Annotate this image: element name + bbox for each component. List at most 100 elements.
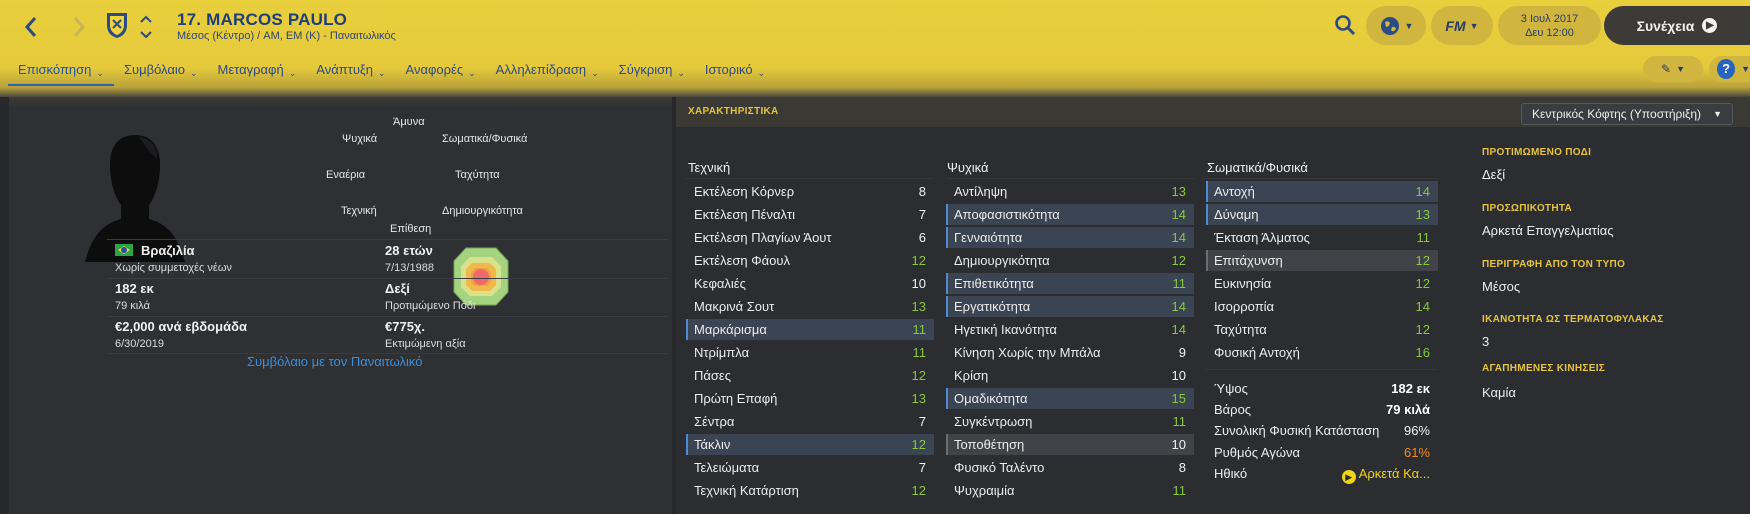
- role-select[interactable]: Κεντρικός Κόφτης (Υποστήριξη) ▼: [1521, 103, 1733, 125]
- fm-menu-button[interactable]: FM ▼: [1431, 6, 1493, 45]
- radar-label-aerial: Εναέρια: [326, 169, 366, 181]
- contract-link[interactable]: Συμβόλαιο με τον Παναιτωλικό: [247, 354, 422, 369]
- attribute-row[interactable]: Εκτέλεση Φάουλ 12: [686, 250, 934, 271]
- technical-header: Τεχνική: [688, 160, 731, 175]
- current-date: 3 Ιουλ 2017: [1520, 12, 1579, 25]
- search-icon[interactable]: [1334, 14, 1356, 36]
- attribute-row-key[interactable]: Εργατικότητα 14: [946, 296, 1194, 317]
- attribute-value: 7: [918, 207, 926, 222]
- date-of-birth: 7/13/1988: [385, 262, 434, 274]
- attribute-name: Έκταση Άλματος: [1214, 230, 1310, 245]
- preferred-foot-title: ΠΡΟΤΙΜΩΜΕΝΟ ΠΟΔΙ: [1482, 147, 1592, 158]
- tab-overview[interactable]: Επισκόπηση ⌄: [8, 62, 114, 86]
- attribute-row[interactable]: Μακρινά Σουτ 13: [686, 296, 934, 317]
- attribute-row[interactable]: Ευκινησία 12: [1206, 273, 1438, 294]
- attribute-row[interactable]: Φυσικό Ταλέντο 8: [946, 457, 1194, 478]
- attribute-row[interactable]: Πάσες 12: [686, 365, 934, 386]
- attribute-row[interactable]: Ισορροπία 14: [1206, 296, 1438, 317]
- attribute-name: Ομαδικότητα: [954, 391, 1028, 406]
- attribute-name: Ευκινησία: [1214, 276, 1272, 291]
- attribute-name: Σέντρα: [694, 414, 735, 429]
- chevron-down-icon: ⌄: [96, 68, 104, 78]
- attribute-row-key[interactable]: Μαρκάρισμα 11: [686, 319, 934, 340]
- morale-arrow-icon: ▶: [1341, 470, 1356, 484]
- date-display[interactable]: 3 Ιουλ 2017 Δευ 12:00: [1498, 6, 1601, 45]
- morale-text: Αρκετά Κα...: [1358, 466, 1430, 481]
- attribute-row-key[interactable]: Δύναμη 13: [1206, 204, 1438, 225]
- club-crest-icon[interactable]: [104, 10, 130, 40]
- attribute-row-key[interactable]: Αντοχή 14: [1206, 181, 1438, 202]
- attribute-row[interactable]: Πρώτη Επαφή 13: [686, 388, 934, 409]
- attribute-row[interactable]: Τελειώματα 7: [686, 457, 934, 478]
- height: 182 εκ: [115, 281, 154, 296]
- attribute-row[interactable]: Εκτέλεση Πέναλτι 7: [686, 204, 934, 225]
- attribute-row[interactable]: Κρίση 10: [946, 365, 1194, 386]
- attribute-row[interactable]: Κίνηση Χωρίς την Μπάλα 9: [946, 342, 1194, 363]
- chevron-down-icon: ⌄: [468, 68, 476, 78]
- media-description-title: ΠΕΡΙΓΡΑΦΗ ΑΠΟ ΤΟΝ ΤΥΠΟ: [1482, 259, 1626, 270]
- tab-development[interactable]: Ανάπτυξη ⌄: [306, 62, 395, 86]
- attribute-value: 16: [1415, 345, 1430, 360]
- player-profile-panel: Άμυνα Σωματικά/Φυσικά Ταχύτητα Δημιουργι…: [9, 97, 672, 514]
- attribute-row-key[interactable]: Ομαδικότητα 15: [946, 388, 1194, 409]
- attribute-row-selected[interactable]: Τοποθέτηση 10: [946, 434, 1194, 455]
- attribute-row[interactable]: Δημιουργικότητα 12: [946, 250, 1194, 271]
- attribute-value: 12: [1415, 276, 1430, 291]
- contract-end: 6/30/2019: [115, 338, 164, 350]
- condition-label: Βάρος: [1214, 402, 1252, 417]
- attribute-name: Κρίση: [954, 368, 989, 383]
- attribute-row[interactable]: Ταχύτητα 12: [1206, 319, 1438, 340]
- tab-reports[interactable]: Αναφορές ⌄: [396, 62, 486, 86]
- divider: [686, 178, 934, 179]
- attribute-row[interactable]: Τεχνική Κατάρτιση 12: [686, 480, 934, 501]
- help-button[interactable]: ? ▼: [1709, 56, 1750, 82]
- continue-button[interactable]: Συνέχεια ▶: [1604, 6, 1750, 45]
- edit-button[interactable]: ✎ ▼: [1643, 56, 1703, 82]
- forward-button[interactable]: [64, 10, 94, 44]
- chevron-down-icon: ⌄: [757, 68, 766, 78]
- attribute-name: Επιτάχυνση: [1214, 253, 1283, 268]
- attribute-row[interactable]: Φυσική Αντοχή 16: [1206, 342, 1438, 363]
- media-description-value: Μέσος: [1482, 279, 1521, 294]
- radar-label-defense: Άμυνα: [393, 116, 425, 128]
- attribute-row[interactable]: Κεφαλιές 10: [686, 273, 934, 294]
- attribute-name: Ισορροπία: [1214, 299, 1275, 314]
- attribute-row[interactable]: Εκτέλεση Πλαγίων Άουτ 6: [686, 227, 934, 248]
- attribute-row-selected[interactable]: Επιτάχυνση 12: [1206, 250, 1438, 271]
- world-menu-button[interactable]: ▼: [1366, 6, 1426, 45]
- attribute-value: 14: [1171, 230, 1186, 245]
- tab-history[interactable]: Ιστορικό ⌄: [695, 62, 775, 86]
- tab-label: Ιστορικό: [704, 62, 753, 77]
- back-button[interactable]: [16, 10, 46, 44]
- attribute-name: Αντίληψη: [954, 184, 1008, 199]
- attribute-row-key[interactable]: Επιθετικότητα 11: [946, 273, 1194, 294]
- condition-morale[interactable]: Ηθικό ▶ Αρκετά Κα...: [1206, 463, 1438, 484]
- attribute-row[interactable]: Έκταση Άλματος 11: [1206, 227, 1438, 248]
- attribute-value: 9: [1178, 345, 1186, 360]
- nationality[interactable]: Βραζιλία: [115, 243, 195, 258]
- attribute-row-key[interactable]: Τάκλιν 12: [686, 434, 934, 455]
- attribute-row[interactable]: Συγκέντρωση 11: [946, 411, 1194, 432]
- help-icon: ?: [1717, 59, 1736, 79]
- tab-contract[interactable]: Συμβόλαιο ⌄: [114, 62, 208, 86]
- attribute-row[interactable]: Ψυχραιμία 11: [946, 480, 1194, 501]
- attribute-row-key[interactable]: Αποφασιστικότητα 14: [946, 204, 1194, 225]
- attribute-name: Ψυχραιμία: [954, 483, 1015, 498]
- tab-interaction[interactable]: Αλληλεπίδραση ⌄: [486, 62, 609, 86]
- attribute-value: 11: [1172, 414, 1187, 429]
- preferred-foot: Δεξί: [385, 281, 410, 296]
- tab-compare[interactable]: Σύγκριση ⌄: [609, 62, 695, 86]
- estimated-value-label: Εκτιμώμενη αξία: [385, 338, 466, 350]
- attribute-row[interactable]: Εκτέλεση Κόρνερ 8: [686, 181, 934, 202]
- attribute-value: 11: [912, 322, 927, 337]
- attribute-row[interactable]: Ηγετική Ικανότητα 14: [946, 319, 1194, 340]
- attribute-row-key[interactable]: Γενναιότητα 14: [946, 227, 1194, 248]
- attribute-row[interactable]: Σέντρα 7: [686, 411, 934, 432]
- attribute-row[interactable]: Αντίληψη 13: [946, 181, 1194, 202]
- tab-transfer[interactable]: Μεταγραφή ⌄: [208, 62, 307, 86]
- continue-label: Συνέχεια: [1636, 17, 1695, 34]
- player-switch-icon[interactable]: [138, 12, 154, 42]
- attribute-row[interactable]: Ντρίμπλα 11: [686, 342, 934, 363]
- age: 28 ετών: [385, 243, 433, 258]
- attribute-value: 14: [1171, 207, 1186, 222]
